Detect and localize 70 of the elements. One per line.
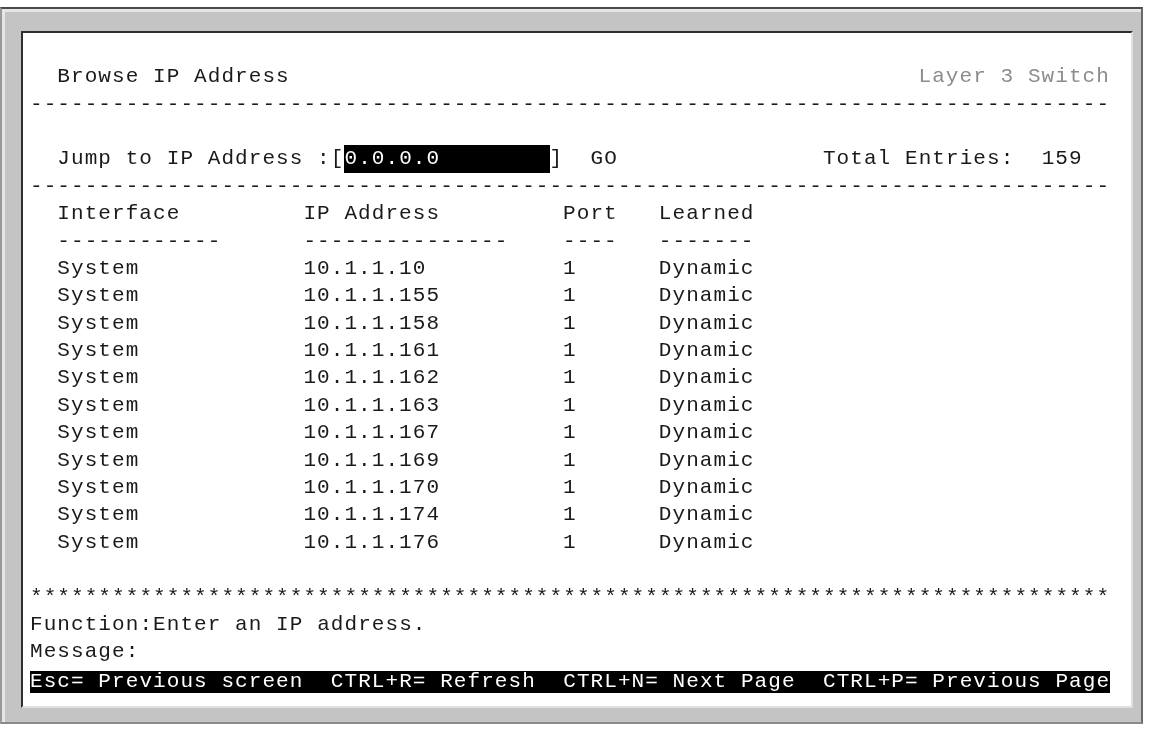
- interface-cell: System: [57, 421, 140, 445]
- total-entries-label: Total Entries:: [822, 147, 1015, 171]
- header-underline: ---------------: [303, 229, 509, 253]
- asterisk-rule: *******************************************************************************: [30, 585, 1111, 609]
- interface-cell: System: [57, 530, 140, 554]
- message-label: Message:: [30, 640, 140, 664]
- ip-address-cell: 10.1.1.174: [303, 503, 441, 527]
- column-header: Interface: [57, 202, 181, 226]
- ip-address-cell: 10.1.1.163: [303, 393, 441, 417]
- port-cell: 1: [563, 366, 577, 390]
- header-underline: ------------: [57, 229, 222, 253]
- learned-cell: Dynamic: [658, 256, 755, 280]
- key-hint: CTRL+R= Refresh: [330, 670, 536, 694]
- port-cell: 1: [563, 421, 577, 445]
- learned-cell: Dynamic: [658, 476, 755, 500]
- port-cell: 1: [563, 448, 577, 472]
- ip-address-field[interactable]: 0.0.0.0: [344, 145, 550, 173]
- function-label: Function:: [30, 613, 154, 636]
- ip-address-cell: 10.1.1.10: [303, 256, 427, 280]
- key-hint: Esc= Previous screen: [30, 670, 304, 694]
- dashed-rule: -------------------------------------------------------------------------------: [30, 92, 1111, 116]
- ip-address-cell: 10.1.1.162: [303, 366, 441, 390]
- learned-cell: Dynamic: [658, 284, 755, 308]
- key-hint: CTRL+P= Previous Page: [822, 670, 1111, 694]
- ip-address-cell: 10.1.1.161: [303, 339, 441, 363]
- ip-address-cell: 10.1.1.176: [303, 530, 441, 554]
- interface-cell: System: [57, 476, 140, 500]
- port-cell: 1: [563, 503, 577, 527]
- learned-cell: Dynamic: [658, 503, 755, 527]
- screen-title: Browse IP Address: [57, 65, 290, 89]
- header-underline: ----: [563, 229, 618, 253]
- learned-cell: Dynamic: [658, 393, 755, 417]
- dashed-rule: -------------------------------------------------------------------------------: [30, 174, 1111, 198]
- learned-cell: Dynamic: [658, 339, 755, 363]
- interface-cell: System: [57, 339, 140, 363]
- port-cell: 1: [563, 256, 577, 280]
- learned-cell: Dynamic: [658, 366, 755, 390]
- function-text: Enter an IP address.: [153, 613, 427, 636]
- column-header: Learned: [658, 202, 755, 226]
- port-cell: 1: [563, 393, 577, 417]
- ip-address-cell: 10.1.1.167: [303, 421, 441, 445]
- ip-address-cell: 10.1.1.169: [303, 448, 441, 472]
- ip-address-cell: 10.1.1.155: [303, 284, 441, 308]
- port-cell: 1: [563, 311, 577, 335]
- column-header: Port: [563, 202, 618, 226]
- column-header: IP Address: [303, 202, 441, 226]
- header-underline: -------: [658, 229, 755, 253]
- learned-cell: Dynamic: [658, 421, 755, 445]
- interface-cell: System: [57, 393, 140, 417]
- interface-cell: System: [57, 503, 140, 527]
- interface-cell: System: [57, 448, 140, 472]
- learned-cell: Dynamic: [658, 530, 755, 554]
- key-hint: CTRL+N= Next Page: [563, 670, 796, 694]
- interface-cell: System: [57, 366, 140, 390]
- interface-cell: System: [57, 311, 140, 335]
- interface-cell: System: [57, 256, 140, 280]
- interface-cell: System: [57, 284, 140, 308]
- field-bracket: ]: [549, 147, 564, 171]
- learned-cell: Dynamic: [658, 448, 755, 472]
- ip-address-cell: 10.1.1.170: [303, 476, 441, 500]
- ip-address-cell: 10.1.1.158: [303, 311, 441, 335]
- port-cell: 1: [563, 339, 577, 363]
- go-button[interactable]: GO: [590, 147, 618, 171]
- port-cell: 1: [563, 530, 577, 554]
- learned-cell: Dynamic: [658, 311, 755, 335]
- product-label: Layer 3 Switch: [918, 65, 1110, 89]
- port-cell: 1: [563, 476, 577, 500]
- port-cell: 1: [563, 284, 577, 308]
- total-entries-value: 159: [1041, 147, 1083, 171]
- jump-label: Jump to IP Address :[: [57, 147, 345, 171]
